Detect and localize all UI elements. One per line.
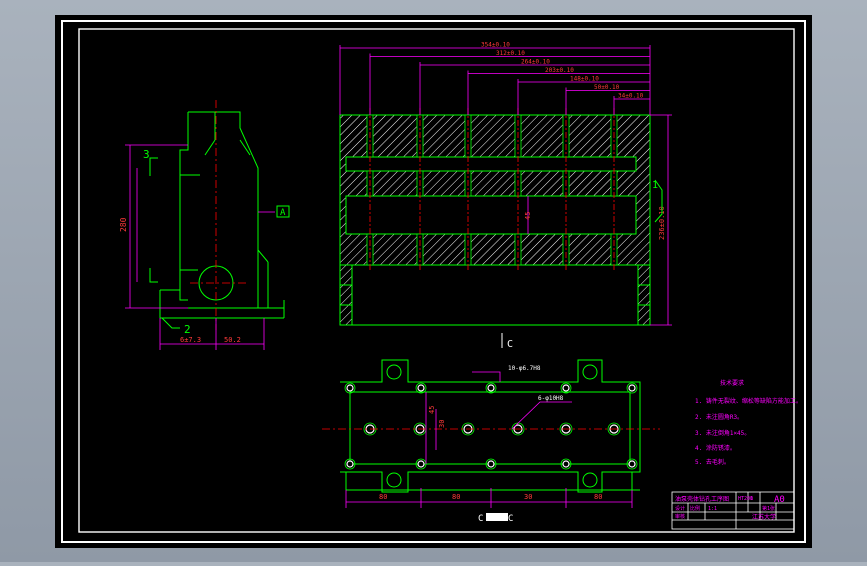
cad-drawing: 3 2 A 280 6±7.3 50.2 354±0.10312±0.10 264… bbox=[55, 15, 812, 548]
plan-hole bbox=[487, 384, 495, 392]
plan-hole bbox=[628, 460, 636, 468]
title-drawn-label: 设计 bbox=[675, 505, 685, 512]
tech-note-1: 1. 铸件无裂纹、缩松等缺陷方能加工。 bbox=[695, 397, 802, 405]
dim-label: 312±0.10 bbox=[496, 50, 525, 57]
section-view-label-left: C bbox=[478, 514, 483, 524]
view-label: C bbox=[507, 339, 513, 350]
title-scale: 1:1 bbox=[708, 506, 717, 512]
section-view-label-right: C bbox=[508, 514, 513, 524]
plan-hole bbox=[562, 384, 570, 392]
title-checked-label: 审核 bbox=[675, 513, 685, 520]
cad-viewport: 3 2 A 280 6±7.3 50.2 354±0.10 312±0.10 264… bbox=[0, 0, 867, 562]
title-size: A0 bbox=[774, 495, 785, 505]
tech-note-3: 3. 未注倒角1×45。 bbox=[695, 429, 750, 437]
plan-hole bbox=[346, 384, 354, 392]
dim-label: 203±0.10 bbox=[545, 67, 574, 74]
tech-note-4: 4. 涂防锈漆。 bbox=[695, 444, 736, 452]
side-dim-height: 280 bbox=[119, 217, 128, 232]
main-slot-upper bbox=[345, 156, 637, 172]
main-section-label: 1 bbox=[652, 180, 658, 191]
datum-label: A bbox=[280, 208, 286, 218]
side-section-label-top: 3 bbox=[143, 148, 150, 161]
plan-hole bbox=[628, 384, 636, 392]
tech-note-2: 2. 未注圆角R3。 bbox=[695, 413, 743, 421]
dim-label: 50±0.10 bbox=[594, 84, 620, 91]
main-base-right-foot bbox=[637, 264, 651, 326]
title-part-name: 油泵壳体钻孔工序图 bbox=[675, 495, 729, 503]
plan-dim-2: 80 bbox=[452, 493, 460, 501]
main-body-hatch bbox=[339, 114, 651, 266]
title-scale-label: 比例 bbox=[690, 505, 700, 512]
side-dim-width-right: 50.2 bbox=[224, 336, 241, 344]
tech-note-5: 5. 去毛刺。 bbox=[695, 458, 730, 466]
dim-label: 148±0.10 bbox=[570, 76, 599, 83]
plan-dim-4: 80 bbox=[594, 493, 602, 501]
main-base bbox=[339, 264, 651, 326]
plan-hole bbox=[417, 460, 425, 468]
plan-dim-left: 45 bbox=[428, 406, 436, 414]
side-dim-width-left: 6±7.3 bbox=[180, 336, 201, 344]
main-dim-inner: 45 bbox=[524, 212, 532, 220]
dim-label: 34±0.10 bbox=[618, 93, 644, 100]
title-quantity: 1 bbox=[750, 496, 753, 502]
tech-notes-title: 技术要求 bbox=[720, 379, 744, 387]
plan-callout-1: 10-φ6.7H8 bbox=[508, 365, 541, 372]
side-section-label-bottom: 2 bbox=[184, 323, 191, 336]
title-sheet: 第1张 bbox=[762, 505, 775, 512]
plan-hole bbox=[562, 460, 570, 468]
plan-dim-3: 30 bbox=[524, 493, 532, 501]
dim-label: 264±0.10 bbox=[521, 59, 550, 66]
main-base-left-foot bbox=[339, 264, 353, 326]
plan-hole bbox=[346, 460, 354, 468]
main-slot-middle bbox=[345, 195, 637, 235]
dim-label: 354±0.10 bbox=[481, 42, 510, 49]
main-view bbox=[339, 108, 651, 326]
plan-callout-2: 6-φ10H8 bbox=[538, 395, 564, 402]
section-view-bar bbox=[486, 513, 508, 521]
plan-dim-1: 80 bbox=[379, 493, 387, 501]
plan-dim-hole: 30 bbox=[438, 420, 446, 428]
plan-hole bbox=[417, 384, 425, 392]
plan-hole bbox=[487, 460, 495, 468]
title-school: 江苏大学 bbox=[752, 513, 776, 521]
